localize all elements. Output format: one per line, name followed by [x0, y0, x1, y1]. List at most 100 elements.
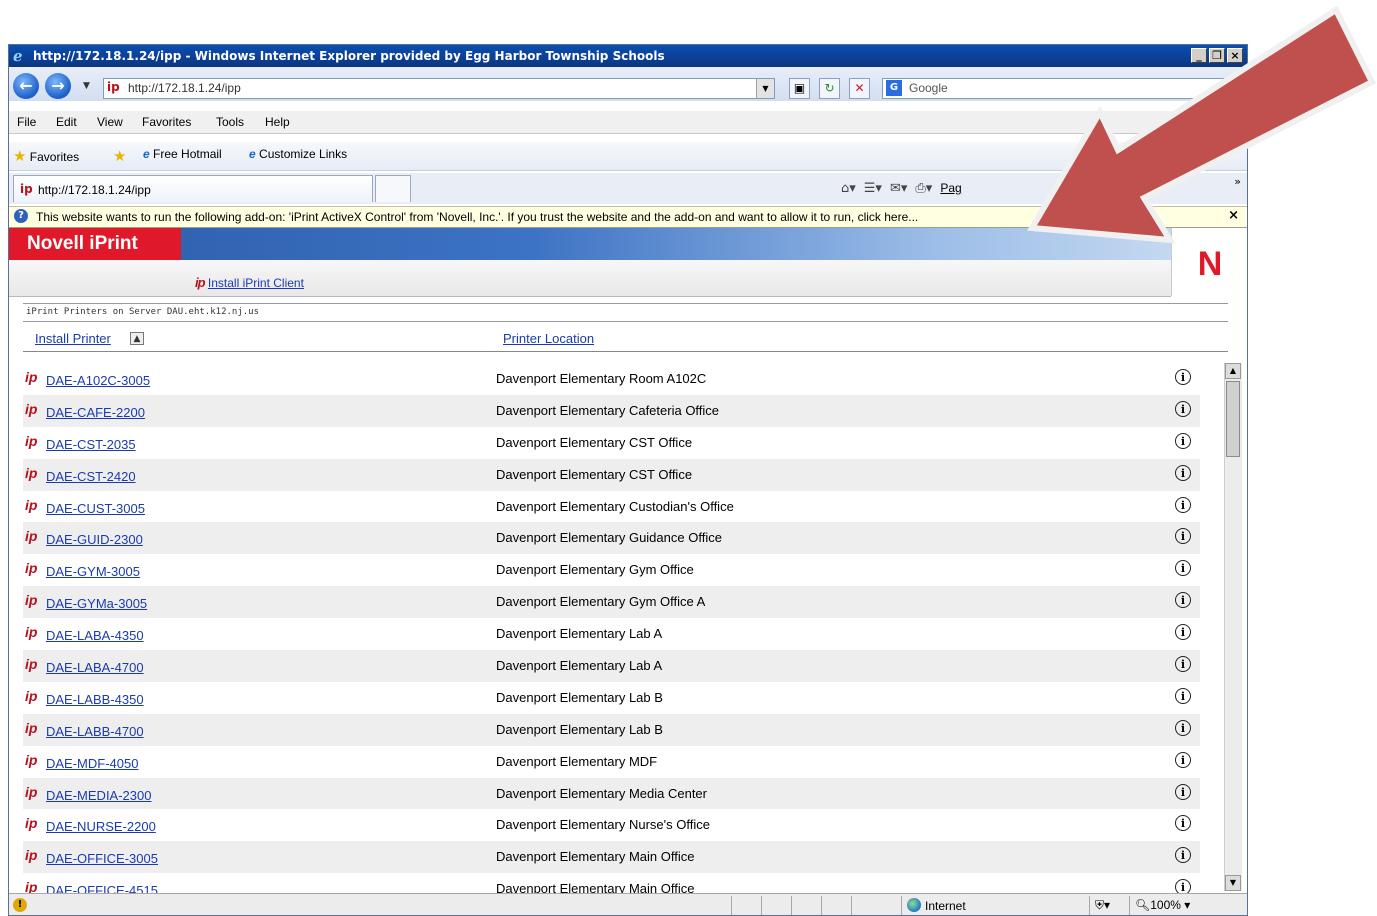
information-bar[interactable]: ? This website wants to run the followin… [9, 206, 1247, 228]
info-icon[interactable]: i [1175, 656, 1191, 673]
printer-name-link[interactable]: DAE-CST-2420 [46, 469, 136, 484]
printer-icon: ip [25, 783, 38, 800]
info-icon[interactable]: i [1175, 528, 1191, 545]
scroll-up-arrow[interactable]: ▲ [1225, 363, 1241, 379]
table-row: ip DAE-CAFE-2200 Davenport Elementary Cafe… [23, 394, 1200, 427]
info-icon[interactable]: i [1175, 560, 1191, 577]
address-field[interactable]: ip http://172.18.1.24/ipp ▼ [103, 78, 775, 99]
stop-icon[interactable]: ✕ [849, 78, 870, 99]
column-install-printer[interactable]: Install Printer [35, 331, 111, 346]
favorite-link-hotmail[interactable]: e Free Hotmail [143, 147, 222, 161]
info-icon[interactable]: i [1175, 751, 1191, 768]
forward-button[interactable]: → [45, 73, 71, 99]
printer-name-link[interactable]: DAE-OFFICE-3005 [46, 851, 158, 866]
printer-name-link[interactable]: DAE-LABB-4700 [46, 724, 144, 739]
info-icon[interactable]: i [1175, 369, 1191, 385]
divider [23, 321, 1228, 322]
info-icon[interactable]: i [1175, 847, 1191, 864]
menu-tools[interactable]: Tools [216, 115, 244, 129]
page-menu[interactable]: Pag [940, 181, 961, 195]
server-label: iPrint Printers on Server DAU.eht.k12.nj… [26, 307, 259, 317]
table-row: ip DAE-LABB-4350 Davenport Elementary Lab … [23, 682, 1200, 714]
printer-location: Davenport Elementary Room A102C [496, 371, 707, 386]
install-client-link[interactable]: ip Install iPrint Client [195, 275, 304, 290]
printer-name-link[interactable]: DAE-LABB-4350 [46, 692, 144, 707]
printer-name-link[interactable]: DAE-NURSE-2200 [46, 819, 156, 834]
printer-name-link[interactable]: DAE-OFFICE-4515 [46, 883, 158, 893]
menu-file[interactable]: File [17, 115, 36, 129]
back-button[interactable]: ← [13, 73, 39, 99]
info-icon[interactable]: i [1175, 687, 1191, 704]
tab-current[interactable]: ip http://172.18.1.24/ipp [13, 175, 373, 202]
menu-view[interactable]: View [97, 115, 123, 129]
printer-icon: ip [25, 815, 38, 832]
warning-icon[interactable]: ! [13, 898, 27, 912]
info-icon[interactable]: i [1175, 464, 1191, 481]
address-dropdown-icon[interactable]: ▼ [756, 79, 774, 98]
zoom-level[interactable]: 🔍︎100% ▾ [1135, 898, 1190, 912]
iprint-favicon-icon: ip [20, 182, 33, 196]
refresh-icon[interactable]: ↻ [819, 78, 840, 99]
menu-bar: File Edit View Favorites Tools Help [9, 111, 1247, 134]
minimize-button[interactable]: _ [1191, 48, 1207, 63]
printer-icon: ip [25, 464, 38, 481]
scroll-thumb[interactable] [1226, 381, 1240, 457]
printer-name-link[interactable]: DAE-CST-2035 [46, 437, 136, 452]
printer-location: Davenport Elementary Cafeteria Office [496, 402, 720, 418]
printer-icon: ip [25, 687, 38, 704]
printer-name-link[interactable]: DAE-GUID-2300 [46, 532, 143, 547]
printer-name-link[interactable]: DAE-GYM-3005 [46, 564, 140, 579]
scroll-down-arrow[interactable]: ▼ [1225, 875, 1241, 891]
printer-icon: ip [25, 624, 38, 641]
favorites-star-icon: ★ [13, 148, 27, 165]
print-icon[interactable]: ⎙▾ [915, 181, 932, 196]
table-row: ip DAE-NURSE-2200 Davenport Elementary Nur… [23, 809, 1200, 841]
printer-name-link[interactable]: DAE-LABA-4700 [46, 660, 144, 675]
add-favorite-icon[interactable]: ★ [113, 147, 126, 165]
security-zone[interactable]: Internet [907, 898, 966, 913]
more-commands-icon[interactable]: » [1234, 175, 1241, 188]
mail-icon[interactable]: ✉▾ [890, 181, 907, 196]
info-icon[interactable]: i [1175, 719, 1191, 736]
status-divider [851, 896, 852, 915]
home-icon[interactable]: ⌂▾ [841, 181, 856, 196]
printer-name-link[interactable]: DAE-MDF-4050 [46, 756, 138, 771]
info-icon[interactable]: i [1175, 400, 1191, 417]
infobar-message: This website wants to run the following … [36, 210, 919, 224]
title-bar[interactable]: ℯ http://172.18.1.24/ipp - Windows Inter… [9, 45, 1247, 67]
protected-mode-icon[interactable]: ⛨▾ [1095, 898, 1110, 913]
info-icon[interactable]: i [1175, 624, 1191, 641]
compatibility-icon[interactable]: ▣ [789, 78, 810, 99]
info-icon[interactable]: i [1175, 496, 1191, 513]
tab-label: http://172.18.1.24/ipp [38, 183, 151, 197]
new-tab-button[interactable] [375, 175, 411, 202]
sort-up-icon[interactable]: ▲ [130, 332, 144, 345]
info-icon[interactable]: i [1175, 815, 1191, 832]
maximize-button[interactable]: ❐ [1209, 48, 1225, 63]
info-icon[interactable]: i [1175, 783, 1191, 800]
vertical-scrollbar[interactable]: ▲ ▼ [1224, 363, 1242, 891]
printer-name-link[interactable]: DAE-CAFE-2200 [46, 405, 145, 420]
info-icon[interactable]: i [1175, 432, 1191, 449]
menu-favorites[interactable]: Favorites [142, 115, 191, 129]
table-row: ip DAE-OFFICE-3005 Davenport Elementary Ma… [23, 841, 1200, 874]
close-infobar-icon[interactable]: × [1228, 208, 1239, 223]
menu-help[interactable]: Help [265, 115, 290, 129]
search-placeholder: Google [909, 81, 948, 95]
printer-name-link[interactable]: DAE-LABA-4350 [46, 628, 144, 643]
favorites-button[interactable]: ★ Favorites [13, 147, 79, 165]
info-icon[interactable]: i [1175, 592, 1191, 609]
printer-name-link[interactable]: DAE-CUST-3005 [46, 501, 145, 516]
printer-name-link[interactable]: DAE-A102C-3005 [46, 373, 150, 388]
printer-name-link[interactable]: DAE-GYMa-3005 [46, 596, 147, 611]
close-window-button[interactable]: × [1227, 48, 1243, 63]
history-dropdown-icon[interactable]: ▼ [83, 81, 90, 91]
printer-name-link[interactable]: DAE-MEDIA-2300 [46, 788, 151, 803]
feeds-icon[interactable]: ☰▾ [864, 181, 882, 196]
search-field[interactable]: G Google [882, 78, 1242, 99]
printer-icon: ip [25, 592, 38, 609]
menu-edit[interactable]: Edit [56, 115, 77, 129]
info-icon[interactable]: i [1175, 879, 1191, 893]
favorite-link-customize[interactable]: e Customize Links [249, 147, 347, 161]
column-printer-location[interactable]: Printer Location [503, 331, 594, 346]
